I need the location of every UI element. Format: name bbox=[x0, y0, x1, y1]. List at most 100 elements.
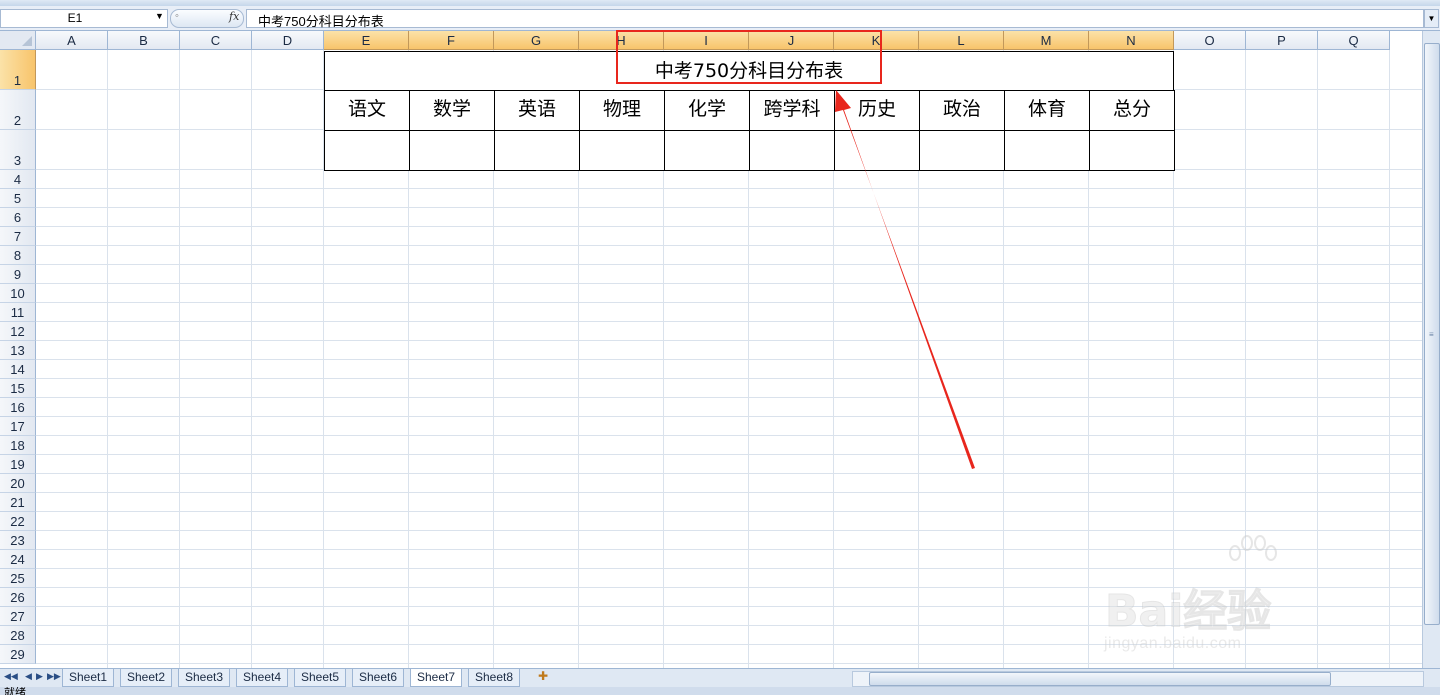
last-sheet-icon[interactable]: ▶▶ bbox=[47, 671, 61, 682]
row-header-15[interactable]: 15 bbox=[0, 379, 36, 398]
next-sheet-icon[interactable]: ▶ bbox=[36, 671, 43, 682]
table-header-cell[interactable]: 政治 bbox=[919, 90, 1005, 131]
grid-line bbox=[36, 245, 1422, 246]
baidu-watermark: Bai经验 jingyan.baidu.com bbox=[1100, 535, 1400, 665]
sheet-tab-sheet3[interactable]: Sheet3 bbox=[178, 669, 231, 687]
vertical-scroll-thumb[interactable]: ≡ bbox=[1424, 43, 1440, 625]
row-header-25[interactable]: 25 bbox=[0, 569, 36, 588]
column-header-b[interactable]: B bbox=[108, 31, 180, 50]
row-header-14[interactable]: 14 bbox=[0, 360, 36, 379]
row-number: 5 bbox=[13, 191, 22, 206]
prev-sheet-icon[interactable]: ◀ bbox=[25, 671, 32, 682]
row-header-5[interactable]: 5 bbox=[0, 189, 36, 208]
select-all-corner[interactable] bbox=[0, 31, 36, 50]
row-number: 17 bbox=[10, 419, 25, 434]
grid-line bbox=[36, 321, 1422, 322]
row-header-9[interactable]: 9 bbox=[0, 265, 36, 284]
formula-cancel-icon[interactable]: ◦ bbox=[175, 10, 179, 22]
column-header-d[interactable]: D bbox=[252, 31, 324, 50]
table-header-cell[interactable]: 历史 bbox=[834, 90, 920, 131]
table-header-cell[interactable]: 体育 bbox=[1004, 90, 1090, 131]
column-header-a[interactable]: A bbox=[36, 31, 108, 50]
grid-line bbox=[36, 359, 1422, 360]
row-number: 11 bbox=[10, 305, 25, 320]
table-value-cell[interactable] bbox=[664, 130, 750, 171]
row-header-23[interactable]: 23 bbox=[0, 531, 36, 550]
row-header-20[interactable]: 20 bbox=[0, 474, 36, 493]
column-header-f[interactable]: F bbox=[409, 31, 494, 50]
row-header-7[interactable]: 7 bbox=[0, 227, 36, 246]
vertical-scrollbar[interactable]: ≡ bbox=[1422, 31, 1440, 668]
table-value-cell[interactable] bbox=[494, 130, 580, 171]
insert-sheet-icon[interactable]: ✚ bbox=[538, 669, 548, 683]
row-header-6[interactable]: 6 bbox=[0, 208, 36, 227]
row-header-4[interactable]: 4 bbox=[0, 170, 36, 189]
horizontal-scrollbar[interactable] bbox=[852, 671, 1424, 687]
sheet-tab-sheet2[interactable]: Sheet2 bbox=[120, 669, 173, 687]
column-header-e[interactable]: E bbox=[324, 31, 409, 50]
table-value-cell[interactable] bbox=[409, 130, 495, 171]
row-header-10[interactable]: 10 bbox=[0, 284, 36, 303]
row-header-11[interactable]: 11 bbox=[0, 303, 36, 322]
name-box[interactable]: E1 ▼ bbox=[0, 9, 168, 28]
row-header-21[interactable]: 21 bbox=[0, 493, 36, 512]
table-value-cell[interactable] bbox=[834, 130, 920, 171]
grid-line bbox=[36, 264, 1422, 265]
sheet-tab-sheet1[interactable]: Sheet1 bbox=[62, 669, 115, 687]
column-header-m[interactable]: M bbox=[1004, 31, 1089, 50]
row-header-2[interactable]: 2 bbox=[0, 90, 36, 130]
row-number: 18 bbox=[10, 438, 25, 453]
horizontal-scroll-thumb[interactable] bbox=[869, 672, 1331, 686]
table-header-cell[interactable]: 化学 bbox=[664, 90, 750, 131]
sheet-tab-sheet8[interactable]: Sheet8 bbox=[468, 669, 521, 687]
sheet-tab-sheet6[interactable]: Sheet6 bbox=[352, 669, 405, 687]
column-header-g[interactable]: G bbox=[494, 31, 579, 50]
table-value-cell[interactable] bbox=[749, 130, 835, 171]
watermark-brand: Bai经验 bbox=[1104, 586, 1272, 638]
column-header-n[interactable]: N bbox=[1089, 31, 1174, 50]
row-header-13[interactable]: 13 bbox=[0, 341, 36, 360]
formula-input[interactable]: 中考750分科目分布表 bbox=[246, 9, 1424, 29]
table-value-cell[interactable] bbox=[919, 130, 1005, 171]
formula-expand-icon[interactable]: ▼ bbox=[1424, 9, 1439, 28]
row-header-29[interactable]: 29 bbox=[0, 645, 36, 664]
row-header-8[interactable]: 8 bbox=[0, 246, 36, 265]
column-header-l[interactable]: L bbox=[919, 31, 1004, 50]
table-header-cell[interactable]: 总分 bbox=[1089, 90, 1175, 131]
table-header-cell[interactable]: 英语 bbox=[494, 90, 580, 131]
insert-function-icon[interactable]: fx bbox=[229, 10, 239, 23]
row-header-16[interactable]: 16 bbox=[0, 398, 36, 417]
grid-line bbox=[36, 302, 1422, 303]
first-sheet-icon[interactable]: ◀◀ bbox=[4, 671, 18, 682]
table-value-cell[interactable] bbox=[324, 130, 410, 171]
table-value-cell[interactable] bbox=[1089, 130, 1175, 171]
grid-line bbox=[36, 492, 1422, 493]
row-header-1[interactable]: 1 bbox=[0, 50, 36, 90]
table-value-cell[interactable] bbox=[1004, 130, 1090, 171]
table-header-cell[interactable]: 语文 bbox=[324, 90, 410, 131]
table-header-cell[interactable]: 跨学科 bbox=[749, 90, 835, 131]
column-header-c[interactable]: C bbox=[180, 31, 252, 50]
row-number: 15 bbox=[10, 381, 25, 396]
column-header-p[interactable]: P bbox=[1246, 31, 1318, 50]
row-header-24[interactable]: 24 bbox=[0, 550, 36, 569]
sheet-tab-sheet5[interactable]: Sheet5 bbox=[294, 669, 347, 687]
sheet-tab-sheet7[interactable]: Sheet7 bbox=[410, 669, 463, 687]
sheet-tab-sheet4[interactable]: Sheet4 bbox=[236, 669, 289, 687]
table-header-cell[interactable]: 物理 bbox=[579, 90, 665, 131]
row-header-12[interactable]: 12 bbox=[0, 322, 36, 341]
row-header-19[interactable]: 19 bbox=[0, 455, 36, 474]
row-header-18[interactable]: 18 bbox=[0, 436, 36, 455]
row-header-3[interactable]: 3 bbox=[0, 130, 36, 170]
table-header-cell[interactable]: 数学 bbox=[409, 90, 495, 131]
row-header-22[interactable]: 22 bbox=[0, 512, 36, 531]
row-header-28[interactable]: 28 bbox=[0, 626, 36, 645]
row-header-17[interactable]: 17 bbox=[0, 417, 36, 436]
column-header-o[interactable]: O bbox=[1174, 31, 1246, 50]
row-header-27[interactable]: 27 bbox=[0, 607, 36, 626]
table-value-cell[interactable] bbox=[579, 130, 665, 171]
row-number: 2 bbox=[13, 113, 22, 128]
name-box-dropdown-icon[interactable]: ▼ bbox=[155, 11, 164, 21]
row-header-26[interactable]: 26 bbox=[0, 588, 36, 607]
column-header-q[interactable]: Q bbox=[1318, 31, 1390, 50]
